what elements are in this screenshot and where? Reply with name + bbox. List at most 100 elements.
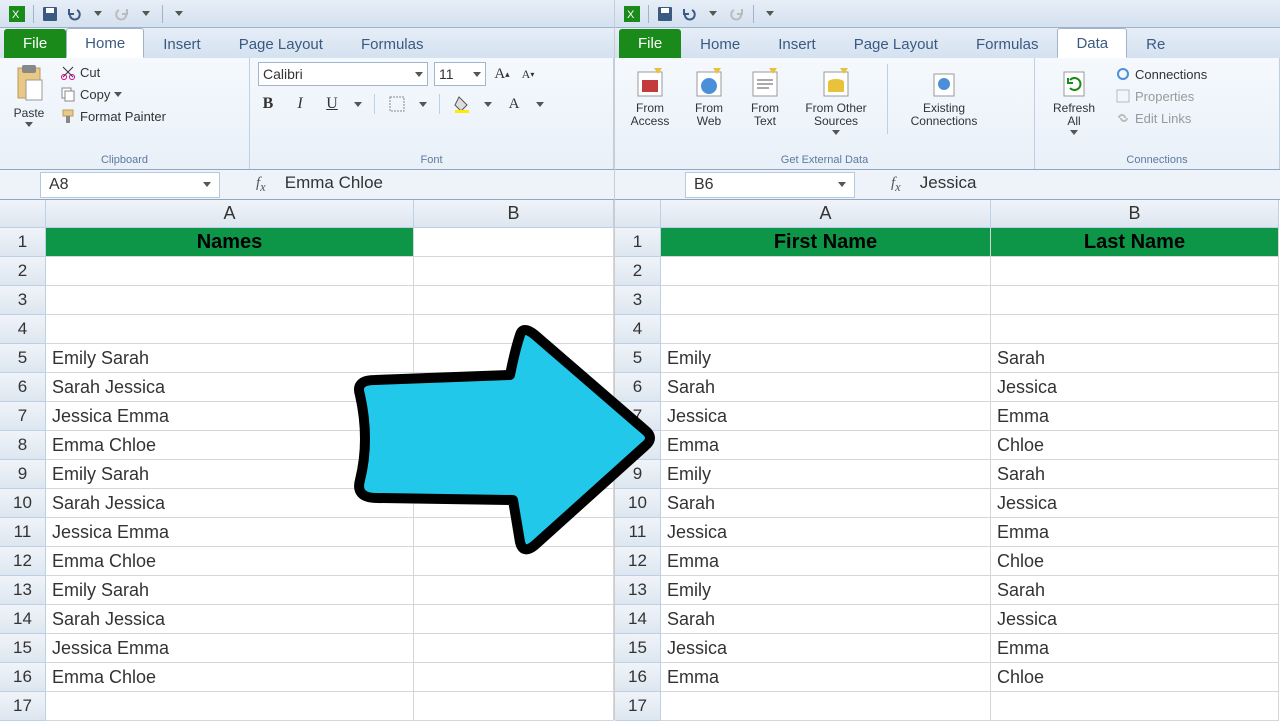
save-icon[interactable] <box>654 3 676 25</box>
cell[interactable] <box>414 518 614 547</box>
redo-dropdown-icon[interactable] <box>135 3 157 25</box>
undo-icon[interactable] <box>678 3 700 25</box>
cell[interactable]: Emma <box>991 402 1279 431</box>
row-header[interactable]: 9 <box>615 460 661 489</box>
cell[interactable] <box>414 431 614 460</box>
cell[interactable] <box>991 315 1279 344</box>
qat-customize-icon[interactable] <box>759 3 781 25</box>
row-header[interactable]: 17 <box>615 692 661 721</box>
cell[interactable] <box>991 692 1279 721</box>
cell[interactable] <box>414 634 614 663</box>
cell[interactable] <box>414 692 614 721</box>
cell[interactable]: Sarah <box>661 605 991 634</box>
existing-connections-button[interactable]: Existing Connections <box>900 64 988 130</box>
chevron-down-icon[interactable] <box>484 102 492 107</box>
save-icon[interactable] <box>39 3 61 25</box>
tab-page-layout[interactable]: Page Layout <box>220 29 342 58</box>
font-name-select[interactable]: Calibri <box>258 62 428 86</box>
tab-formulas[interactable]: Formulas <box>957 29 1058 58</box>
name-box[interactable]: B6 <box>685 172 855 198</box>
fx-icon[interactable]: fx <box>861 175 911 195</box>
cell[interactable] <box>414 402 614 431</box>
font-size-select[interactable]: 11 <box>434 62 486 86</box>
cell[interactable]: Names <box>46 228 414 257</box>
underline-button[interactable]: U <box>322 94 342 114</box>
row-header[interactable]: 5 <box>0 344 46 373</box>
row-header[interactable]: 16 <box>615 663 661 692</box>
row-header[interactable]: 3 <box>615 286 661 315</box>
column-header-B[interactable]: B <box>414 200 614 228</box>
cell[interactable]: Emily <box>661 460 991 489</box>
row-header[interactable]: 12 <box>0 547 46 576</box>
tab-insert[interactable]: Insert <box>759 29 835 58</box>
connections-button[interactable]: Connections <box>1115 66 1207 82</box>
row-header[interactable]: 5 <box>615 344 661 373</box>
properties-button[interactable]: Properties <box>1115 88 1207 104</box>
cell[interactable] <box>414 228 614 257</box>
row-header[interactable]: 14 <box>0 605 46 634</box>
redo-icon[interactable] <box>726 3 748 25</box>
borders-button[interactable] <box>387 94 407 114</box>
row-header[interactable]: 3 <box>0 286 46 315</box>
tab-home[interactable]: Home <box>681 29 759 58</box>
font-color-button[interactable]: A <box>504 94 524 114</box>
cell[interactable] <box>414 315 614 344</box>
cell[interactable] <box>46 692 414 721</box>
tab-file[interactable]: File <box>619 29 681 58</box>
cell[interactable]: Jessica <box>991 605 1279 634</box>
cell[interactable] <box>414 489 614 518</box>
paste-button[interactable]: Paste <box>8 62 50 129</box>
cell[interactable] <box>414 460 614 489</box>
cell[interactable] <box>46 315 414 344</box>
cell[interactable]: Sarah Jessica <box>46 489 414 518</box>
from-web-button[interactable]: From Web <box>685 64 733 130</box>
cell[interactable]: Jessica Emma <box>46 402 414 431</box>
cell[interactable]: Chloe <box>991 663 1279 692</box>
row-header[interactable]: 13 <box>0 576 46 605</box>
cell[interactable]: Chloe <box>991 431 1279 460</box>
cell[interactable] <box>414 373 614 402</box>
cell[interactable]: Emma <box>661 663 991 692</box>
cell[interactable] <box>414 547 614 576</box>
tab-data[interactable]: Data <box>1057 28 1127 58</box>
cell[interactable]: Emma <box>991 518 1279 547</box>
row-header[interactable]: 16 <box>0 663 46 692</box>
row-header[interactable]: 2 <box>615 257 661 286</box>
from-text-button[interactable]: From Text <box>741 64 789 130</box>
copy-button[interactable]: Copy <box>60 86 166 102</box>
cell[interactable]: Emily <box>661 344 991 373</box>
cell[interactable]: Sarah <box>661 373 991 402</box>
qat-customize-icon[interactable] <box>168 3 190 25</box>
cell[interactable]: Sarah Jessica <box>46 373 414 402</box>
cell[interactable]: Emma Chloe <box>46 431 414 460</box>
cell[interactable]: Jessica <box>661 402 991 431</box>
row-header[interactable]: 14 <box>615 605 661 634</box>
redo-icon[interactable] <box>111 3 133 25</box>
cell[interactable]: Sarah Jessica <box>46 605 414 634</box>
cell[interactable]: Chloe <box>991 547 1279 576</box>
cell[interactable] <box>661 257 991 286</box>
column-header-A[interactable]: A <box>46 200 414 228</box>
undo-icon[interactable] <box>63 3 85 25</box>
cell[interactable] <box>414 663 614 692</box>
row-header[interactable]: 10 <box>615 489 661 518</box>
cell[interactable]: Sarah <box>991 344 1279 373</box>
cell[interactable]: Jessica <box>661 634 991 663</box>
cell[interactable]: Last Name <box>991 228 1279 257</box>
tab-page-layout[interactable]: Page Layout <box>835 29 957 58</box>
cell[interactable] <box>414 257 614 286</box>
row-header[interactable]: 9 <box>0 460 46 489</box>
row-header[interactable]: 11 <box>615 518 661 547</box>
cell[interactable] <box>661 286 991 315</box>
increase-font-icon[interactable]: A▴ <box>492 64 512 84</box>
fill-color-button[interactable] <box>452 94 472 114</box>
column-header-A[interactable]: A <box>661 200 991 228</box>
row-header[interactable]: 10 <box>0 489 46 518</box>
cell[interactable]: Jessica <box>991 373 1279 402</box>
select-all-corner[interactable] <box>0 200 46 228</box>
row-header[interactable]: 7 <box>0 402 46 431</box>
fx-icon[interactable]: fx <box>226 175 276 195</box>
cell[interactable]: Emily Sarah <box>46 576 414 605</box>
row-header[interactable]: 17 <box>0 692 46 721</box>
cell[interactable]: Emily Sarah <box>46 460 414 489</box>
